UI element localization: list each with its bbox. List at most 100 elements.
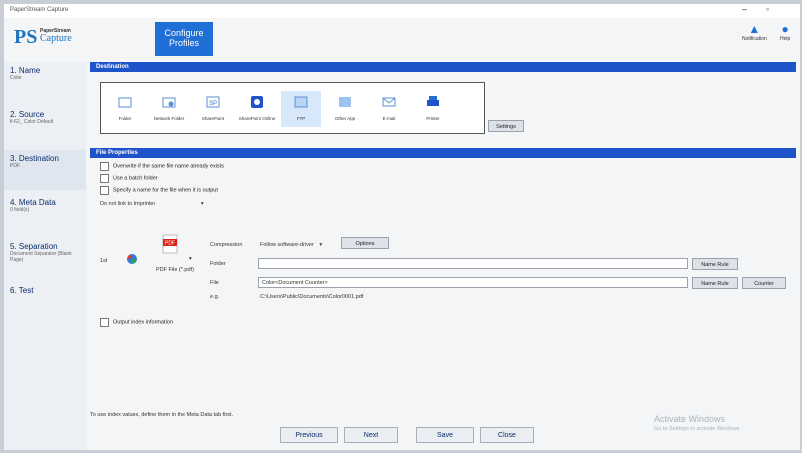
app-logo: PS PaperStream Capture	[14, 26, 72, 49]
notification-label: Notification	[742, 36, 767, 42]
sharepoint-online-icon	[251, 96, 263, 108]
destination-sharepoint-online[interactable]: SharePoint Online	[237, 91, 277, 127]
configure-profiles-button[interactable]: Configure Profiles	[155, 22, 213, 56]
sidebar-item-label: 3. Destination	[10, 154, 59, 163]
destination-section-header: Destination	[90, 62, 796, 72]
checkbox-box[interactable]	[100, 318, 109, 327]
sidebar-item-sub: Color	[10, 75, 22, 81]
imprinter-select-value: Do not link to Imprinter	[100, 201, 156, 207]
notification-button[interactable]: ▲ Notification	[742, 22, 767, 42]
network-folder-icon	[162, 97, 176, 108]
row-order-label: 1st	[100, 258, 108, 264]
help-button[interactable]: ● Help	[780, 22, 790, 42]
checkbox-label: Specify a name for the file when it is o…	[113, 187, 218, 194]
color-scan-icon	[127, 254, 137, 264]
checkbox-box[interactable]	[100, 174, 109, 183]
sidebar-item-label: 2. Source	[10, 110, 45, 119]
restore-button[interactable]: ◦	[766, 4, 769, 14]
destination-label: SharePoint	[201, 116, 225, 121]
settings-button[interactable]: Settings	[488, 120, 524, 132]
destination-network-folder[interactable]: Network Folder	[149, 91, 189, 127]
app-window: PaperStream Capture – ◦ PS PaperStream C…	[4, 4, 800, 450]
sidebar-item-test[interactable]: 6. Test	[4, 282, 86, 322]
sidebar-item-separation[interactable]: 5. Separation Document Separator (Blank …	[4, 238, 86, 278]
folder-path-field[interactable]	[258, 258, 688, 269]
subfolder-checkbox[interactable]: Use a batch folder	[100, 174, 158, 184]
window-title: PaperStream Capture	[10, 7, 69, 13]
destination-label: Other App	[334, 116, 356, 121]
activation-watermark-sub: Go to Settings to activate Windows.	[654, 426, 741, 432]
destination-label: FTP	[296, 116, 306, 121]
destination-sharepoint[interactable]: SP SharePoint	[193, 91, 233, 127]
sidebar-item-label: 4. Meta Data	[10, 198, 56, 207]
sidebar-item-label: 6. Test	[10, 286, 34, 295]
sidebar-item-label: 5. Separation	[10, 242, 58, 251]
destination-email[interactable]: E-mail	[369, 91, 409, 127]
logo-text-big: Capture	[40, 33, 72, 44]
options-button[interactable]: Options	[341, 237, 389, 249]
checkbox-label: Overwrite if the same file name already …	[113, 163, 224, 170]
sidebar-item-sub: fi-62_ Color Default	[10, 119, 54, 125]
file-type-select[interactable]: PDF File (*.pdf)	[156, 267, 194, 273]
notification-icon: ▲	[748, 22, 761, 36]
sidebar-item-source[interactable]: 2. Source fi-62_ Color Default	[4, 106, 86, 146]
checkbox-box[interactable]	[100, 162, 109, 171]
index-note: To use index values, define them in the …	[90, 412, 234, 418]
help-icon: ●	[781, 22, 789, 36]
sidebar-item-name[interactable]: 1. Name Color	[4, 62, 86, 102]
compression-value: Follow software-driver	[260, 242, 314, 248]
checkbox-box[interactable]	[100, 186, 109, 195]
destination-label: Network Folder	[153, 116, 185, 121]
checkbox-label: Output index information	[113, 319, 173, 326]
wizard-sidebar: 1. Name Color 2. Source fi-62_ Color Def…	[4, 62, 86, 450]
minimize-button[interactable]: –	[742, 4, 747, 14]
example-label: e.g.	[210, 294, 220, 300]
file-name-field[interactable]: Color<Document Counter>	[258, 277, 688, 288]
destination-label: Folder	[118, 116, 132, 121]
sidebar-item-meta-data[interactable]: 4. Meta Data 0 field(s)	[4, 194, 86, 234]
close-button[interactable]: Close	[480, 427, 534, 443]
other-app-icon	[339, 97, 351, 107]
destination-other-app[interactable]: Other App	[325, 91, 365, 127]
imprinter-link-select[interactable]: Do not link to Imprinter ▾	[100, 201, 204, 207]
folder-icon	[118, 97, 132, 108]
chevron-down-icon[interactable]: ▾	[189, 256, 192, 262]
sidebar-item-destination[interactable]: 3. Destination PDF	[4, 150, 86, 190]
folder-label: Folder	[210, 261, 226, 267]
save-button[interactable]: Save	[416, 427, 474, 443]
destination-folder[interactable]: Folder	[105, 91, 145, 127]
ftp-icon	[294, 96, 308, 108]
sidebar-item-label: 1. Name	[10, 66, 41, 75]
sharepoint-icon: SP	[206, 96, 220, 108]
next-button[interactable]: Next	[344, 427, 398, 443]
output-index-checkbox[interactable]: Output index information	[100, 318, 173, 328]
help-label: Help	[780, 36, 791, 42]
folder-name-rule-button[interactable]: Name Rule	[692, 258, 738, 270]
destination-label: E-mail	[382, 116, 396, 121]
destination-picker: Folder Network Folder SP SharePoint Shar…	[100, 82, 485, 134]
file-properties-section-header: File Properties	[90, 148, 796, 158]
example-path: C:\Users\Public\Documents\Color0001.pdf	[260, 294, 364, 300]
email-icon	[382, 97, 396, 107]
counter-button[interactable]: Counter	[742, 277, 786, 289]
main-panel: Destination Folder Network Folder SP Sha…	[90, 62, 800, 450]
svg-text:PDF: PDF	[165, 241, 175, 247]
file-name-rule-button[interactable]: Name Rule	[692, 277, 738, 289]
specify-name-checkbox[interactable]: Specify a name for the file when it is o…	[100, 186, 218, 196]
logo-mark: PS	[14, 26, 38, 48]
sidebar-item-sub: 0 field(s)	[10, 207, 30, 213]
chevron-down-icon: ▾	[200, 201, 204, 207]
file-type-value: PDF File (*.pdf)	[156, 267, 194, 273]
previous-button[interactable]: Previous	[280, 427, 338, 443]
title-bar: PaperStream Capture – ◦	[4, 4, 800, 18]
compression-select[interactable]: Follow software-driver ▾	[260, 242, 322, 248]
svg-text:SP: SP	[209, 101, 217, 107]
chevron-down-icon: ▾	[319, 242, 323, 248]
destination-label: SharePoint Online	[238, 116, 276, 121]
checkbox-label: Use a batch folder	[113, 175, 158, 182]
pdf-file-icon: PDF	[162, 234, 178, 254]
compression-label: Compression	[210, 242, 243, 248]
overwrite-checkbox[interactable]: Overwrite if the same file name already …	[100, 162, 224, 172]
destination-ftp[interactable]: FTP	[281, 91, 321, 127]
destination-printer[interactable]: Printer	[413, 91, 453, 127]
